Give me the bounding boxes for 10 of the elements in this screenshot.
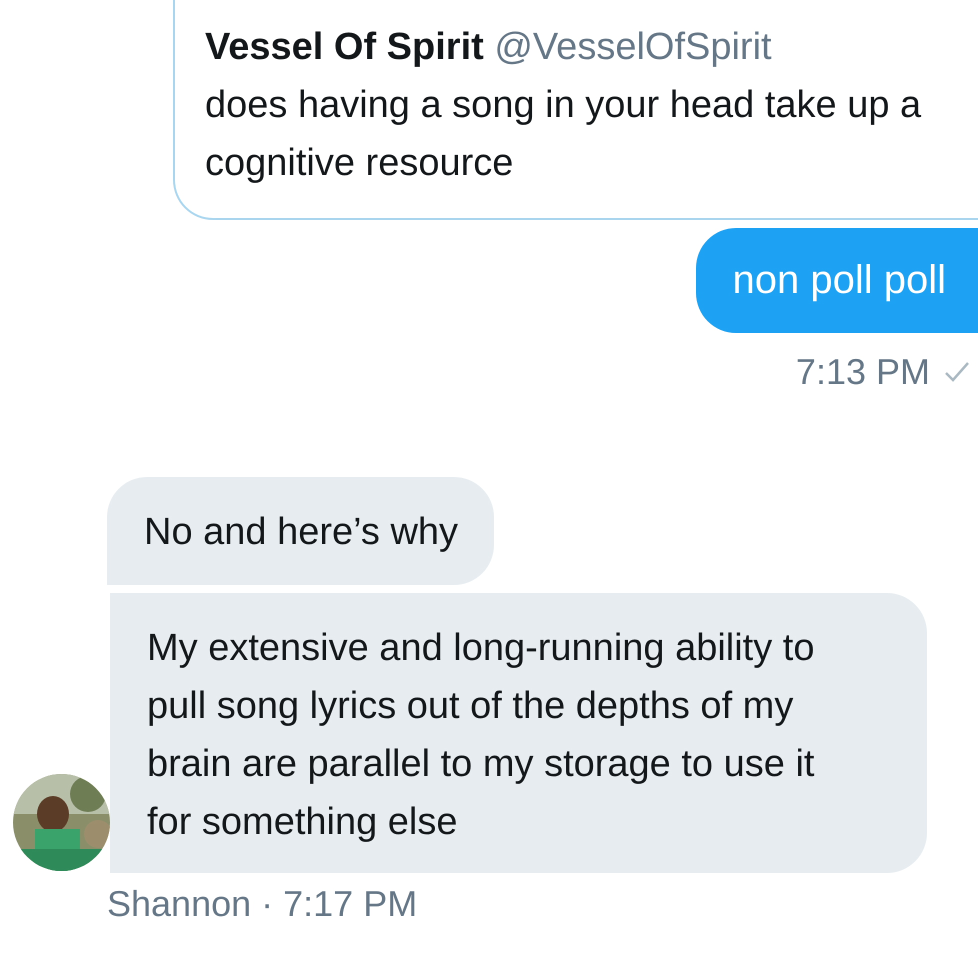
message-time: 7:13 PM [796, 351, 930, 393]
check-icon [944, 361, 970, 383]
author-name: Vessel Of Spirit [205, 26, 484, 68]
author-handle: @VesselOfSpirit [494, 26, 772, 68]
received-message: No and here’s why [107, 477, 494, 585]
received-message: My extensive and long-running ability to pull song lyrics out of the depths of my brain are parallel to my storage to use it for something else [110, 593, 927, 873]
sender-and-time: Shannon · 7:17 PM [107, 883, 418, 925]
quoted-tweet-card[interactable]: Vessel Of Spirit @VesselOfSpirit does having a song in your head take up a cognitive resource [173, 0, 978, 220]
sent-message: non poll poll [696, 228, 978, 333]
quoted-tweet-text: does having a song in your head take up a cognitive resource [205, 83, 922, 186]
